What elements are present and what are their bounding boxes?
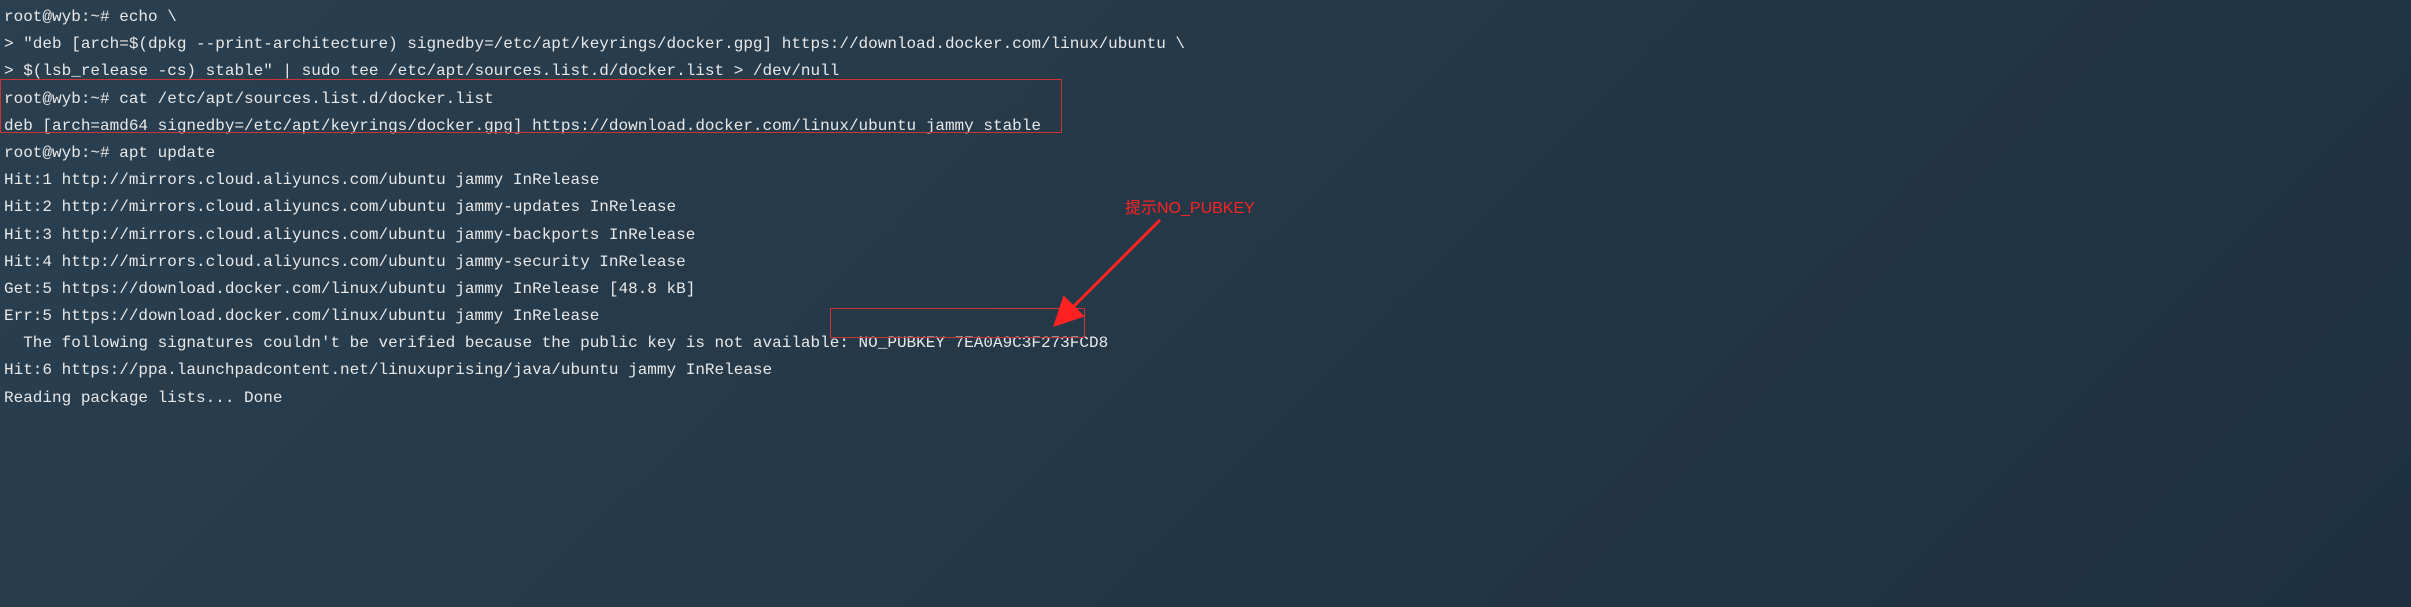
terminal-output-line: Hit:3 http://mirrors.cloud.aliyuncs.com/…: [4, 222, 2407, 249]
terminal-output-line: Hit:4 http://mirrors.cloud.aliyuncs.com/…: [4, 249, 2407, 276]
terminal-output-line: deb [arch=amd64 signedby=/etc/apt/keyrin…: [4, 113, 2407, 140]
terminal-output-line: root@wyb:~# apt update: [4, 140, 2407, 167]
annotation-label: 提示NO_PUBKEY: [1125, 195, 1255, 222]
terminal-output-line: Hit:1 http://mirrors.cloud.aliyuncs.com/…: [4, 167, 2407, 194]
terminal-output-line: root@wyb:~# cat /etc/apt/sources.list.d/…: [4, 86, 2407, 113]
terminal-output-line: Err:5 https://download.docker.com/linux/…: [4, 303, 2407, 330]
terminal-output-line: Hit:6 https://ppa.launchpadcontent.net/l…: [4, 357, 2407, 384]
terminal-output-line: > "deb [arch=$(dpkg --print-architecture…: [4, 31, 2407, 58]
terminal-output-line: root@wyb:~# echo \: [4, 4, 2407, 31]
terminal-output-line: The following signatures couldn't be ver…: [4, 330, 2407, 357]
terminal-output-line: Get:5 https://download.docker.com/linux/…: [4, 276, 2407, 303]
terminal-output-line: > $(lsb_release -cs) stable" | sudo tee …: [4, 58, 2407, 85]
terminal-output-line: Reading package lists... Done: [4, 385, 2407, 412]
